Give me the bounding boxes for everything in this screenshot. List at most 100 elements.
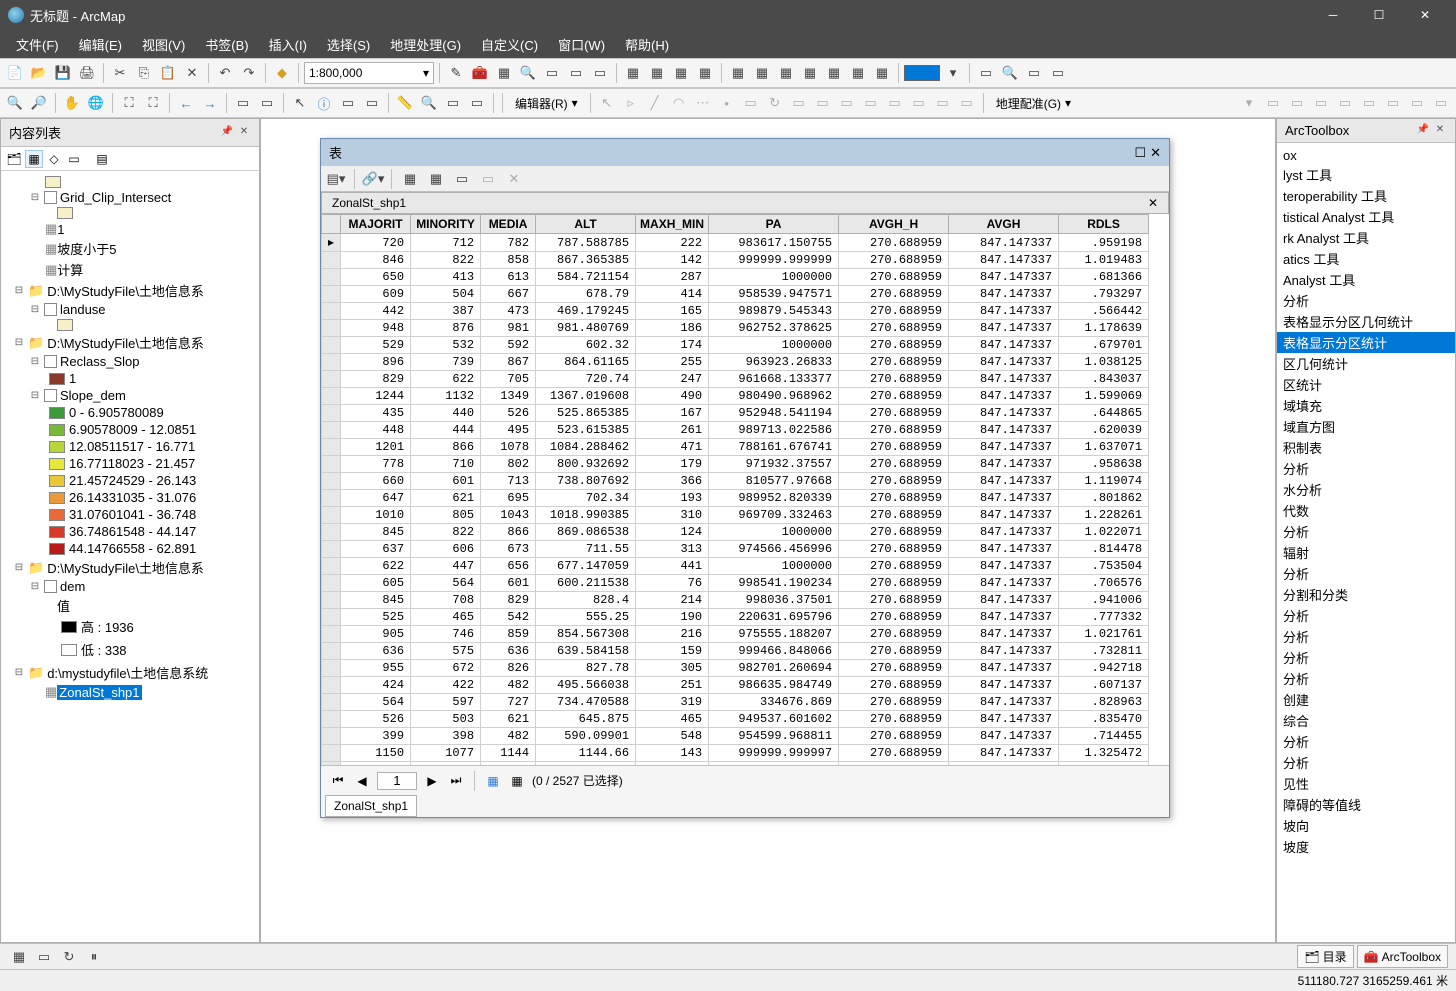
georef8-icon[interactable]: ▭ bbox=[1430, 92, 1452, 114]
column-header[interactable]: AVGH_H bbox=[839, 215, 949, 234]
column-header[interactable]: MAXH_MIN bbox=[636, 215, 709, 234]
georef2-icon[interactable]: ▭ bbox=[1286, 92, 1308, 114]
open-icon[interactable]: 📂 bbox=[28, 62, 50, 84]
table-icon[interactable]: ▦ bbox=[622, 62, 644, 84]
table-row[interactable]: 636575636639.584158159999466.848066270.6… bbox=[322, 643, 1149, 660]
switch-selection-icon[interactable]: ▦ bbox=[425, 168, 447, 190]
prev-record-icon[interactable]: ◀ bbox=[353, 772, 371, 790]
arctoolbox-node[interactable]: Analyst 工具 bbox=[1277, 269, 1455, 290]
select-by-attributes-icon[interactable]: ▦ bbox=[399, 168, 421, 190]
georef5-icon[interactable]: ▭ bbox=[1358, 92, 1380, 114]
arctoolbox-node[interactable]: tistical Analyst 工具 bbox=[1277, 206, 1455, 227]
maximize-button[interactable]: ☐ bbox=[1356, 0, 1402, 30]
georef-layer-icon[interactable]: ▾ bbox=[1238, 92, 1260, 114]
table3-icon[interactable]: ▦ bbox=[670, 62, 692, 84]
table-row[interactable]: 650413613584.7211542871000000270.6889598… bbox=[322, 269, 1149, 286]
arctoolbox-node[interactable]: 分析 bbox=[1277, 626, 1455, 647]
straight-segment-icon[interactable]: ╱ bbox=[644, 92, 666, 114]
toc-node[interactable]: ▦ 1 bbox=[1, 220, 259, 238]
toc-node[interactable]: 低 : 338 bbox=[1, 639, 259, 660]
table-row[interactable]: 622447656677.1470594411000000270.6889598… bbox=[322, 558, 1149, 575]
forward-icon[interactable]: → bbox=[199, 92, 221, 114]
toc-node[interactable]: 高 : 1936 bbox=[1, 616, 259, 637]
attributes-icon[interactable]: ▭ bbox=[812, 92, 834, 114]
georef3-icon[interactable]: ▭ bbox=[1310, 92, 1332, 114]
toc-node[interactable]: ⊟📁D:\MyStudyFile\土地信息系 bbox=[1, 557, 259, 578]
copy-icon[interactable]: ⎘ bbox=[133, 62, 155, 84]
column-header[interactable]: RDLS bbox=[1059, 215, 1149, 234]
arctoolbox-node[interactable]: rk Analyst 工具 bbox=[1277, 227, 1455, 248]
table4-icon[interactable]: ▦ bbox=[694, 62, 716, 84]
editor-toolbar-icon[interactable]: ✎ bbox=[445, 62, 467, 84]
menu-item[interactable]: 选择(S) bbox=[317, 31, 380, 58]
goto-xy-icon[interactable]: ▭ bbox=[466, 92, 488, 114]
toc-close-icon[interactable]: ✕ bbox=[237, 126, 251, 140]
toc-node[interactable]: 36.74861548 - 44.147 bbox=[1, 523, 259, 540]
arctoolbox-node[interactable]: 分析 bbox=[1277, 731, 1455, 752]
edit-annotation-icon[interactable]: ▭ bbox=[740, 92, 762, 114]
toc-node[interactable]: 31.07601041 - 36.748 bbox=[1, 506, 259, 523]
hyperlink-icon[interactable]: ▭ bbox=[1047, 62, 1069, 84]
toc-node[interactable]: 值 bbox=[1, 595, 259, 616]
show-all-icon[interactable]: ▦ bbox=[484, 772, 502, 790]
edit-vertices-icon[interactable]: ▹ bbox=[620, 92, 642, 114]
arctoolbox-node[interactable]: 坡向 bbox=[1277, 815, 1455, 836]
results-icon[interactable]: ▭ bbox=[589, 62, 611, 84]
toc-node[interactable]: 0 - 6.905780089 bbox=[1, 404, 259, 421]
toc-node[interactable]: 6.90578009 - 12.0851 bbox=[1, 421, 259, 438]
edit-tool-icon[interactable]: ↖ bbox=[596, 92, 618, 114]
toc-node[interactable] bbox=[1, 206, 259, 220]
trace-icon[interactable]: ⋯ bbox=[692, 92, 714, 114]
table-row[interactable]: 442387473469.179245165989879.545343270.6… bbox=[322, 303, 1149, 320]
table-row[interactable]: 605564601600.21153876998541.190234270.68… bbox=[322, 575, 1149, 592]
arctoolbox-node[interactable]: ox bbox=[1277, 147, 1455, 164]
menu-item[interactable]: 书签(B) bbox=[195, 31, 258, 58]
toc-node[interactable]: 44.14766558 - 62.891 bbox=[1, 540, 259, 557]
table-row[interactable]: 1150107711441144.66143999999.999997270.6… bbox=[322, 745, 1149, 762]
clear-selection-table-icon[interactable]: ▭ bbox=[451, 168, 473, 190]
refresh-icon[interactable]: ↻ bbox=[58, 946, 80, 968]
scale-combobox[interactable]: 1:800,000▾ bbox=[304, 62, 434, 84]
arctoolbox-node[interactable]: 分析 bbox=[1277, 647, 1455, 668]
column-header[interactable]: MINORITY bbox=[411, 215, 481, 234]
column-header[interactable]: PA bbox=[709, 215, 839, 234]
arctoolbox-node[interactable]: 分析 bbox=[1277, 752, 1455, 773]
undo-icon[interactable]: ↶ bbox=[214, 62, 236, 84]
table-row[interactable]: 424422482495.566038251986635.984749270.6… bbox=[322, 677, 1149, 694]
menu-item[interactable]: 帮助(H) bbox=[615, 31, 679, 58]
table-row[interactable]: 637606673711.55313974566.456996270.68895… bbox=[322, 541, 1149, 558]
full-extent-icon[interactable]: 🌐 bbox=[85, 92, 107, 114]
delete-selected-icon[interactable]: ✕ bbox=[503, 168, 525, 190]
related-tables-icon[interactable]: 🔗▾ bbox=[362, 168, 384, 190]
find-icon2[interactable]: 🔍 bbox=[999, 62, 1021, 84]
measure-icon2[interactable]: ▭ bbox=[1023, 62, 1045, 84]
edit11-icon[interactable]: ▭ bbox=[884, 92, 906, 114]
menu-item[interactable]: 自定义(C) bbox=[471, 31, 548, 58]
georef6-icon[interactable]: ▭ bbox=[1382, 92, 1404, 114]
georeferencing-dropdown[interactable]: 地理配准(G)▾ bbox=[989, 92, 1078, 114]
clear-selection-icon[interactable]: ▭ bbox=[256, 92, 278, 114]
table-row[interactable]: 778710802800.932692179971932.37557270.68… bbox=[322, 456, 1149, 473]
arctoolbox-node[interactable]: 见性 bbox=[1277, 773, 1455, 794]
table-row[interactable]: 120186610781084.288462471788161.67674127… bbox=[322, 439, 1149, 456]
catalog-icon[interactable]: ▦ bbox=[493, 62, 515, 84]
column-header[interactable]: ALT bbox=[536, 215, 636, 234]
arctoolbox-node[interactable]: 区统计 bbox=[1277, 374, 1455, 395]
table-row[interactable]: 660601713738.807692366810577.97668270.68… bbox=[322, 473, 1149, 490]
layout-view-icon[interactable]: ▭ bbox=[33, 946, 55, 968]
arctoolbox-node[interactable]: lyst 工具 bbox=[1277, 164, 1455, 185]
table-row[interactable]: 448444495523.615385261989713.022586270.6… bbox=[322, 422, 1149, 439]
arctoolbox-node[interactable]: 积制表 bbox=[1277, 437, 1455, 458]
table-tab-close-icon[interactable]: ✕ bbox=[1148, 196, 1158, 210]
new-icon[interactable]: 📄 bbox=[4, 62, 26, 84]
editor-dropdown[interactable]: 编辑器(R)▾ bbox=[508, 92, 585, 114]
grid6-icon[interactable]: ▦ bbox=[847, 62, 869, 84]
arctoolbox-node[interactable]: 分析 bbox=[1277, 668, 1455, 689]
add-data-icon[interactable]: ◆ bbox=[271, 62, 293, 84]
arctoolbox-node[interactable]: 分析 bbox=[1277, 605, 1455, 626]
menu-item[interactable]: 文件(F) bbox=[6, 31, 69, 58]
options-icon[interactable]: ▤ bbox=[93, 150, 111, 168]
arc-segment-icon[interactable]: ◠ bbox=[668, 92, 690, 114]
toc-node[interactable]: 16.77118023 - 21.457 bbox=[1, 455, 259, 472]
pin-icon[interactable]: 📌 bbox=[220, 126, 234, 140]
